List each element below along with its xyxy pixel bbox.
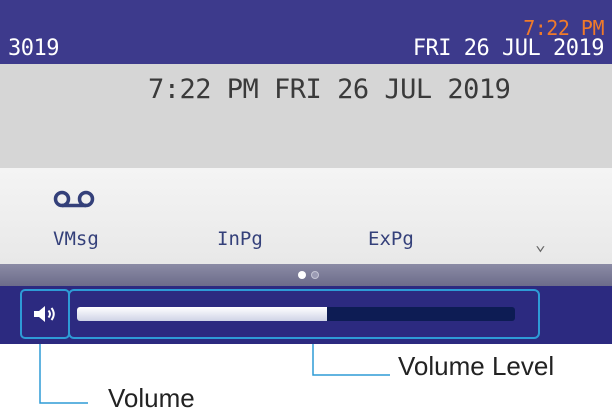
callout-volume-level: Volume Level [398,351,555,381]
callout-volume: Volume [108,383,195,413]
volume-level-leader-line [312,344,390,376]
volume-leader-line [39,344,88,404]
